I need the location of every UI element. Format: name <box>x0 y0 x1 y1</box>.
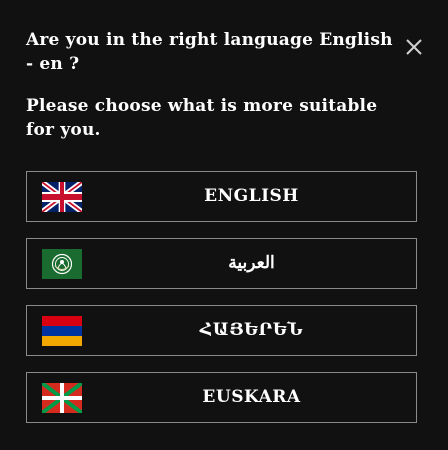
basque-flag-icon <box>42 383 82 413</box>
uk-flag-icon <box>42 182 82 212</box>
close-icon <box>406 39 422 55</box>
close-button[interactable] <box>402 35 426 59</box>
language-label: EUSKARA <box>202 387 301 407</box>
language-list: ENGLISH العربية ՀԱՅԵՐԵՆ EUSKARA <box>26 171 417 423</box>
language-label: العربية <box>228 253 275 273</box>
language-label: ENGLISH <box>204 186 299 206</box>
language-prompt: Please choose what is more suitable for … <box>26 96 378 140</box>
language-question: Are you in the right language English - … <box>26 30 393 74</box>
language-option-armenian[interactable]: ՀԱՅԵՐԵՆ <box>26 305 417 356</box>
language-option-arabic[interactable]: العربية <box>26 238 417 289</box>
armenia-flag-icon <box>42 316 82 346</box>
language-label: ՀԱՅԵՐԵՆ <box>199 320 304 340</box>
language-option-basque[interactable]: EUSKARA <box>26 372 417 423</box>
language-option-english[interactable]: ENGLISH <box>26 171 417 222</box>
language-dialog: Are you in the right language English - … <box>0 0 448 450</box>
arab-league-flag-icon <box>42 249 82 279</box>
